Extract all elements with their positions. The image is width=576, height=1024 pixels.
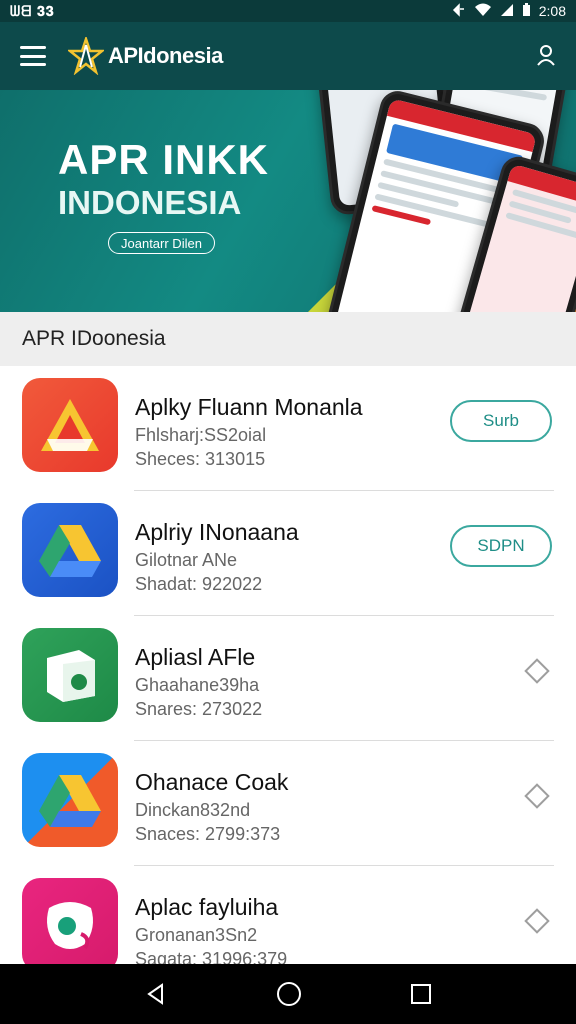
status-icons: 2:08 — [452, 2, 566, 20]
app-list: Aplky Fluann Monanla Fhlsharj:SS2oial Sh… — [0, 366, 576, 991]
pink-cup-icon — [22, 878, 118, 972]
app-meta: Snaces: 2799:373 — [135, 824, 281, 844]
app-subtitle: Fhlsharj:SS2oial — [135, 425, 267, 445]
section-title: APR IDoonesia — [0, 312, 576, 366]
diamond-icon[interactable] — [524, 783, 550, 809]
menu-icon[interactable] — [20, 46, 46, 66]
status-left-text: ᗯᗺ 𝟑𝟑 — [10, 2, 55, 19]
app-name: Ohanace Coak — [135, 769, 289, 795]
star-logo-icon — [68, 37, 104, 75]
green-box-icon — [22, 628, 118, 722]
diamond-icon[interactable] — [524, 658, 550, 684]
app-meta: Snares: 273022 — [135, 699, 263, 719]
app-name: Aplac fayluiha — [135, 894, 279, 920]
battery-icon — [522, 2, 531, 20]
app-meta: Shadat: 922022 — [135, 574, 263, 594]
app-meta: Sheces: 313015 — [135, 449, 266, 469]
app-title: APIdonesia — [108, 43, 223, 68]
app-subtitle: Gilotnar ANe — [135, 550, 238, 570]
home-icon[interactable] — [276, 981, 302, 1007]
app-name: Aplky Fluann Monanla — [135, 394, 363, 420]
app-name: Apliasl AFle — [135, 644, 256, 670]
install-button[interactable]: SDPN — [450, 525, 552, 567]
back-icon[interactable] — [144, 982, 168, 1006]
list-item[interactable]: Apliasl AFle Ghaahane39ha Snares: 273022 — [0, 616, 576, 741]
diamond-icon[interactable] — [524, 908, 550, 934]
navigation-bar — [0, 964, 576, 1024]
app-name: Aplriy INonaana — [135, 519, 299, 545]
recents-icon[interactable] — [410, 983, 432, 1005]
app-subtitle: Gronanan3Sn2 — [135, 925, 258, 945]
install-button[interactable]: Surb — [450, 400, 552, 442]
app-logo: APIdonesia — [68, 37, 223, 75]
list-item[interactable]: Ohanace Coak Dinckan832nd Snaces: 2799:3… — [0, 741, 576, 866]
hero-title-line1: APR INKK — [58, 136, 270, 183]
cell-icon — [500, 3, 514, 20]
wifi-icon — [474, 3, 492, 20]
drive-multi-icon — [22, 753, 118, 847]
status-time: 2:08 — [538, 3, 566, 19]
app-subtitle: Dinckan832nd — [135, 800, 251, 820]
app-bar: APIdonesia — [0, 22, 576, 90]
hero-title-line2: INDONESIA — [58, 184, 242, 221]
status-bar: ᗯᗺ 𝟑𝟑 2:08 — [0, 0, 576, 22]
list-item[interactable]: Aplriy INonaana Gilotnar ANe Shadat: 922… — [0, 491, 576, 616]
triangle-red-icon — [22, 378, 118, 472]
hero-button[interactable]: Joantarr Dilen — [108, 232, 215, 254]
list-item[interactable]: Aplky Fluann Monanla Fhlsharj:SS2oial Sh… — [0, 366, 576, 491]
hero-banner: APR INKK INDONESIA Joantarr Dilen — [0, 90, 576, 312]
app-subtitle: Ghaahane39ha — [135, 675, 260, 695]
drive-blue-icon — [22, 503, 118, 597]
user-icon[interactable] — [536, 44, 556, 71]
signal-icon — [452, 2, 466, 20]
